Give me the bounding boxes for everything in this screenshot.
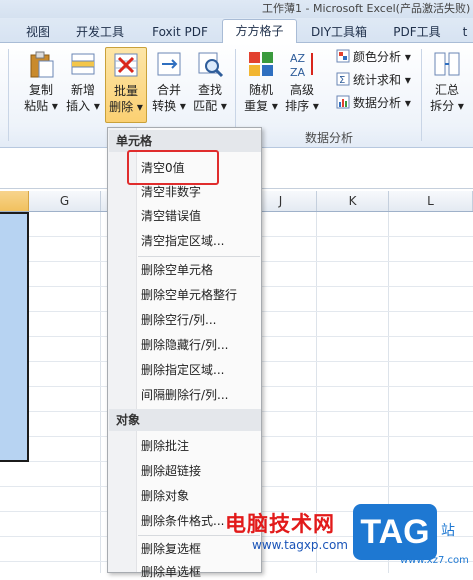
highlight-box (127, 150, 219, 185)
menu-item-delete-hyperlinks[interactable]: 删除超链接 (141, 463, 201, 479)
batch-delete-icon (114, 53, 138, 77)
insert-button[interactable]: 新增 插入 ▾ (64, 47, 102, 114)
selected-range[interactable] (0, 212, 29, 462)
random-label-2: 重复 ▾ (244, 99, 278, 113)
color-analysis-icon (336, 49, 350, 63)
batch-delete-menu: 单元格 清空0值 清空非数字 清空错误值 清空指定区域... 删除空单元格 删除… (107, 127, 262, 579)
column-header-selected[interactable] (0, 191, 29, 211)
insert-icon (71, 53, 95, 75)
copy-paste-button[interactable]: 复制 粘贴 ▾ (22, 47, 60, 114)
tab-developer[interactable]: 开发工具 (72, 22, 128, 43)
data-analysis-icon (336, 95, 350, 109)
find-icon (198, 52, 224, 78)
find-label-1: 查找 (197, 83, 222, 97)
watermark-side-text: 站 (441, 523, 455, 539)
summary-icon (434, 52, 460, 76)
sort-label-1: 高级 (289, 83, 314, 97)
insert-label-2: 插入 ▾ (66, 99, 100, 113)
ribbon-separator (8, 49, 9, 141)
data-analysis-button[interactable]: 数据分析 ▾ (336, 93, 411, 113)
title-bar: 工作薄1 - Microsoft Excel(产品激活失败) (0, 0, 473, 18)
menu-section-objects: 对象 (109, 409, 261, 431)
find-label-2: 匹配 ▾ (193, 99, 227, 113)
menu-item-delete-checkboxes[interactable]: 删除复选框 (141, 541, 201, 557)
random-button[interactable]: 随机 重复 ▾ (242, 47, 280, 114)
merge-label-1: 合并 (156, 83, 181, 97)
window-title: 工作薄1 - Microsoft Excel(产品激活失败) (262, 2, 471, 15)
column-header-k[interactable]: K (317, 191, 389, 211)
clipboard-icon (30, 51, 54, 78)
watermark-site-name: 电脑技术网 (225, 512, 335, 536)
data-analysis-label: 数据分析 ▾ (353, 96, 411, 110)
summary-label-2: 拆分 ▾ (430, 99, 464, 113)
summary-label-1: 汇总 (434, 83, 459, 97)
ribbon-separator (421, 49, 422, 141)
menu-item-delete-range[interactable]: 删除指定区域... (141, 362, 224, 378)
menu-item-delete-blank-row-col[interactable]: 删除空行/列... (141, 312, 217, 328)
menu-separator (138, 256, 260, 257)
tab-extra[interactable]: t (460, 22, 470, 43)
sort-label-2: 排序 ▾ (285, 99, 319, 113)
menu-item-clear-errors[interactable]: 清空错误值 (141, 208, 201, 224)
menu-item-delete-objects[interactable]: 删除对象 (141, 488, 189, 504)
menu-gutter (108, 128, 137, 572)
svg-text:AZ: AZ (290, 52, 306, 65)
sort-button[interactable]: AZ ZA 高级 排序 ▾ (283, 47, 321, 114)
grid-line (100, 212, 101, 573)
summary-button[interactable]: 汇总 拆分 ▾ (428, 47, 466, 114)
tab-view[interactable]: 视图 (24, 22, 52, 43)
insert-label-1: 新增 (70, 83, 95, 97)
batch-delete-button[interactable]: 批量 删除 ▾ (105, 47, 147, 123)
menu-item-delete-comments[interactable]: 删除批注 (141, 438, 189, 454)
menu-item-delete-empty-cells[interactable]: 删除空单元格 (141, 262, 213, 278)
color-analysis-button[interactable]: 颜色分析 ▾ (336, 47, 411, 67)
menu-item-clear-non-numeric[interactable]: 清空非数字 (141, 184, 201, 200)
group-label-data-analysis: 数据分析 (305, 131, 354, 145)
ribbon-tabs: 视图 开发工具 Foxit PDF 方方格子 DIY工具箱 PDF工具 t (0, 18, 473, 44)
watermark-site-url: www.tagxp.com (252, 538, 348, 552)
column-header-l[interactable]: L (389, 191, 473, 211)
column-header-g[interactable]: G (29, 191, 101, 211)
menu-item-interval-delete[interactable]: 间隔删除行/列... (141, 387, 229, 403)
tab-diy-toolbox[interactable]: DIY工具箱 (310, 22, 368, 43)
merge-label-2: 转换 ▾ (152, 99, 186, 113)
copy-paste-label-1: 复制 (28, 83, 53, 97)
sum-button[interactable]: Σ 统计求和 ▾ (336, 70, 411, 90)
batch-delete-label-1: 批量 (113, 84, 138, 98)
color-analysis-label: 颜色分析 ▾ (353, 50, 411, 64)
tab-pdf-tools[interactable]: PDF工具 (392, 22, 442, 43)
tab-foxit-pdf[interactable]: Foxit PDF (147, 22, 213, 43)
sort-icon: AZ ZA (290, 52, 313, 79)
find-button[interactable]: 查找 匹配 ▾ (191, 47, 229, 114)
random-icon (249, 52, 273, 76)
merge-button[interactable]: 合并 转换 ▾ (150, 47, 188, 114)
sum-icon: Σ (336, 72, 350, 86)
batch-delete-label-2: 删除 ▾ (109, 100, 143, 114)
watermark-logo: TAG (353, 504, 437, 560)
sum-label: 统计求和 ▾ (353, 73, 411, 87)
watermark-small-url: www.xz7.com (400, 555, 469, 566)
menu-item-delete-conditional-format[interactable]: 删除条件格式... (141, 513, 224, 529)
tab-fangfang[interactable]: 方方格子 (222, 19, 297, 44)
svg-text:Σ: Σ (339, 75, 345, 86)
menu-item-delete-radio-buttons[interactable]: 删除单选框 (141, 564, 201, 580)
menu-item-clear-range[interactable]: 清空指定区域... (141, 233, 224, 249)
menu-item-delete-empty-rows[interactable]: 删除空单元格整行 (141, 287, 237, 303)
menu-item-delete-hidden-row-col[interactable]: 删除隐藏行/列... (141, 337, 229, 353)
menu-section-cells: 单元格 (109, 130, 261, 152)
merge-icon (157, 52, 181, 76)
copy-paste-label-2: 粘贴 ▾ (24, 99, 58, 113)
random-label-1: 随机 (248, 83, 273, 97)
svg-text:ZA: ZA (290, 66, 306, 79)
